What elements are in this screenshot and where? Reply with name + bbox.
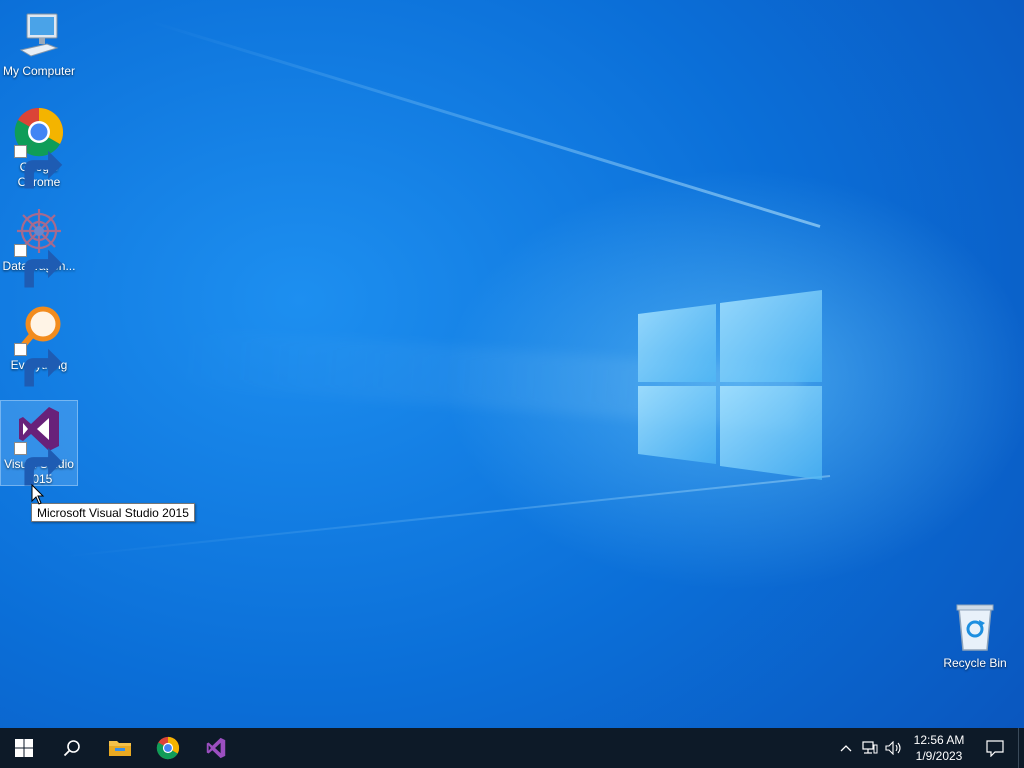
clock[interactable]: 12:56 AM 1/9/2023 — [906, 732, 972, 764]
datawagon-icon — [13, 205, 65, 288]
volume-button[interactable] — [882, 728, 906, 768]
windows-start-icon — [15, 739, 33, 757]
desktop-icon-visual-studio-2015[interactable]: Visual Studio 2015 — [0, 400, 78, 486]
visual-studio-icon — [13, 403, 65, 486]
shortcut-arrow-icon — [14, 343, 63, 387]
desktop-icon-datawagon[interactable]: DataWagon... — [1, 203, 77, 288]
clock-date: 1/9/2023 — [915, 749, 963, 763]
show-hidden-icons-button[interactable] — [834, 728, 858, 768]
recycle-bin-icon — [949, 602, 1001, 654]
windows-logo-wallpaper — [638, 290, 822, 480]
start-button[interactable] — [0, 728, 48, 768]
mouse-cursor-icon — [31, 484, 45, 505]
system-tray: 12:56 AM 1/9/2023 — [834, 728, 1024, 768]
computer-icon — [13, 10, 65, 62]
chevron-up-icon — [840, 745, 852, 752]
taskbar-google-chrome[interactable] — [144, 728, 192, 768]
desktop-icon-label: Recycle Bin — [943, 656, 1007, 670]
show-desktop-button[interactable] — [1018, 728, 1024, 768]
everything-search-icon — [13, 304, 65, 387]
desktop-icon-label: My Computer — [2, 64, 76, 78]
notification-icon — [986, 740, 1004, 757]
search-icon — [63, 740, 80, 757]
clock-time: 12:56 AM — [913, 733, 965, 747]
taskbar-file-explorer[interactable] — [96, 728, 144, 768]
desktop-icon-my-computer[interactable]: My Computer — [1, 8, 77, 79]
folder-icon — [109, 741, 131, 756]
chrome-icon — [156, 736, 180, 760]
network-icon — [862, 741, 878, 754]
light-beam — [150, 20, 821, 228]
desktop-icon-everything[interactable]: Everything — [1, 302, 77, 387]
action-center-button[interactable] — [972, 728, 1018, 768]
shortcut-arrow-icon — [14, 442, 63, 486]
taskbar: 12:56 AM 1/9/2023 — [0, 728, 1024, 768]
shortcut-arrow-icon — [14, 145, 63, 189]
taskbar-visual-studio[interactable] — [192, 728, 240, 768]
chrome-icon — [13, 106, 65, 189]
desktop-icon-recycle-bin[interactable]: Recycle Bin — [937, 600, 1013, 671]
tooltip: Microsoft Visual Studio 2015 — [31, 503, 195, 522]
search-button[interactable] — [48, 728, 96, 768]
volume-icon — [885, 741, 901, 755]
visual-studio-icon — [206, 737, 226, 759]
desktop-icon-google-chrome[interactable]: Google Chrome — [1, 104, 77, 190]
network-button[interactable] — [858, 728, 882, 768]
desktop[interactable]: My Computer Google Chrome — [0, 0, 1024, 728]
shortcut-arrow-icon — [14, 244, 63, 288]
